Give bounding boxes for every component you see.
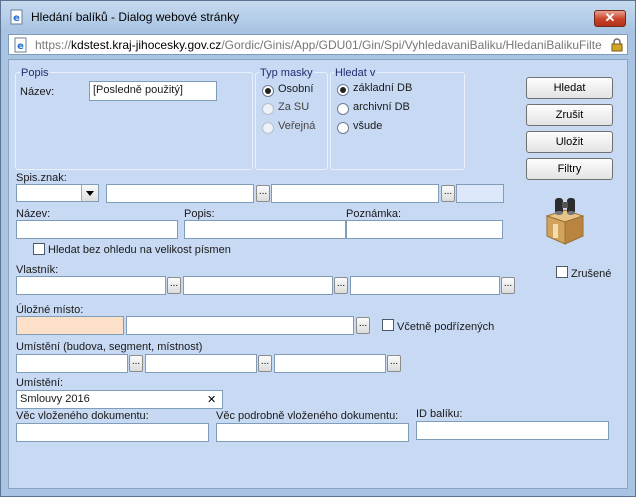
umisteni-input[interactable]: Smlouvy 2016 — [16, 390, 223, 409]
poznamka-input[interactable] — [346, 220, 503, 239]
url-domain: kdstest.kraj-jihocesky.gov.cz — [71, 38, 222, 52]
lock-icon — [611, 38, 623, 52]
binoculars-box-icon — [545, 198, 585, 245]
ie-page-icon: e — [14, 37, 27, 53]
mask-name-input[interactable]: [Posledně použitý] — [89, 81, 217, 101]
umisteni-value: Smlouvy 2016 — [20, 393, 90, 405]
spis-znak-code — [456, 184, 504, 203]
nazev-mask-label: Název: — [20, 86, 55, 98]
filtry-button[interactable]: Filtry — [526, 158, 613, 180]
hledat-v-legend: Hledat v — [334, 67, 377, 79]
nazev-input[interactable] — [16, 220, 178, 239]
radio-archivni-db[interactable] — [337, 103, 349, 115]
address-url: https://kdstest.kraj-jihocesky.gov.cz/Go… — [35, 38, 603, 52]
vec-podrobne-input[interactable] — [216, 423, 409, 442]
radio-verejna[interactable] — [262, 122, 274, 134]
umisteni-label: Umístění: — [16, 377, 64, 389]
ulozne-misto-label: Úložné místo: — [16, 304, 84, 316]
vcetne-podrizenych-label: Včetně podřízených — [397, 321, 495, 333]
id-baliku-label: ID balíku: — [416, 408, 463, 420]
vlastnik-input-3[interactable] — [350, 276, 500, 295]
popis-input[interactable] — [184, 220, 346, 239]
vlastnik-label: Vlastník: — [16, 264, 59, 276]
title-bar: e Hledání balíků - Dialog webové stránky… — [1, 1, 635, 31]
zrusit-button[interactable]: Zrušit — [526, 104, 613, 126]
segment-browse[interactable]: ... — [258, 355, 272, 372]
vec-vlozeneho-label: Věc vloženého dokumentu: — [16, 410, 149, 422]
vlastnik-browse-1[interactable]: ... — [167, 277, 181, 294]
vlastnik-browse-3[interactable]: ... — [501, 277, 515, 294]
url-prefix: https:// — [35, 38, 72, 52]
spis-znak-label: Spis.znak: — [16, 172, 67, 184]
ulozne-misto-code[interactable] — [16, 316, 124, 335]
ulozit-button[interactable]: Uložit — [526, 131, 613, 153]
mistnost-browse[interactable]: ... — [387, 355, 401, 372]
dialog-window: e Hledání balíků - Dialog webové stránky… — [0, 0, 636, 497]
vlastnik-browse-2[interactable]: ... — [334, 277, 348, 294]
segment-input[interactable] — [145, 354, 257, 373]
ulozne-misto-browse[interactable]: ... — [356, 317, 370, 334]
vec-vlozeneho-input[interactable] — [16, 423, 209, 442]
ulozne-misto-input[interactable] — [126, 316, 354, 335]
radio-za-su-label: Za SU — [278, 101, 310, 113]
dialog-content: Popis Název: [Posledně použitý] Typ mask… — [8, 59, 628, 489]
spis-znak-browse-2[interactable]: ... — [441, 185, 455, 202]
clear-icon[interactable]: ✕ — [207, 393, 216, 406]
umisteni-bsm-label: Umístění (budova, segment, místnost) — [16, 341, 203, 353]
case-insensitive-label: Hledat bez ohledu na velikost písmen — [48, 244, 231, 256]
url-path: /Gordic/Ginis/App/GDU01/Gin/Spi/Vyhledav… — [221, 38, 602, 52]
id-baliku-input[interactable] — [416, 421, 609, 440]
hledat-button[interactable]: Hledat — [526, 77, 613, 99]
radio-osobni-label: Osobní — [278, 83, 314, 95]
popis-label: Popis: — [184, 208, 215, 220]
vec-podrobne-label: Věc podrobně vloženého dokumentu: — [216, 410, 399, 422]
radio-verejna-label: Veřejná — [278, 120, 316, 132]
spis-znak-browse-1[interactable]: ... — [256, 185, 270, 202]
close-button[interactable]: ✕ — [594, 10, 626, 27]
radio-vsude-label: všude — [353, 120, 383, 132]
vcetne-podrizenych-checkbox[interactable] — [382, 319, 394, 331]
nazev-label: Název: — [16, 208, 51, 220]
budova-input[interactable] — [16, 354, 128, 373]
spis-znak-input-2[interactable] — [271, 184, 439, 203]
radio-vsude[interactable] — [337, 122, 349, 134]
vlastnik-input-1[interactable] — [16, 276, 166, 295]
mistnost-input[interactable] — [274, 354, 386, 373]
svg-text:e: e — [13, 13, 20, 24]
spis-znak-input-1[interactable] — [106, 184, 254, 203]
radio-zakladni-db[interactable] — [337, 84, 349, 96]
case-insensitive-checkbox[interactable] — [33, 243, 45, 255]
window-title: Hledání balíků - Dialog webové stránky — [31, 10, 240, 24]
radio-zakladni-db-label: základní DB — [353, 82, 413, 94]
svg-text:e: e — [17, 41, 24, 52]
zrusene-label: Zrušené — [571, 268, 612, 280]
ie-page-icon: e — [10, 9, 23, 25]
chevron-down-icon[interactable] — [81, 185, 98, 201]
typ-masky-legend: Typ masky — [259, 67, 314, 79]
address-bar[interactable]: e https://kdstest.kraj-jihocesky.gov.cz/… — [8, 34, 628, 55]
radio-za-su[interactable] — [262, 103, 274, 115]
budova-browse[interactable]: ... — [129, 355, 143, 372]
radio-osobni[interactable] — [262, 85, 274, 97]
zrusene-checkbox[interactable] — [556, 266, 568, 278]
vlastnik-input-2[interactable] — [183, 276, 333, 295]
poznamka-label: Poznámka: — [346, 208, 402, 220]
popis-legend: Popis — [20, 67, 50, 79]
radio-archivni-db-label: archivní DB — [353, 101, 410, 113]
spis-znak-select[interactable] — [16, 184, 99, 202]
